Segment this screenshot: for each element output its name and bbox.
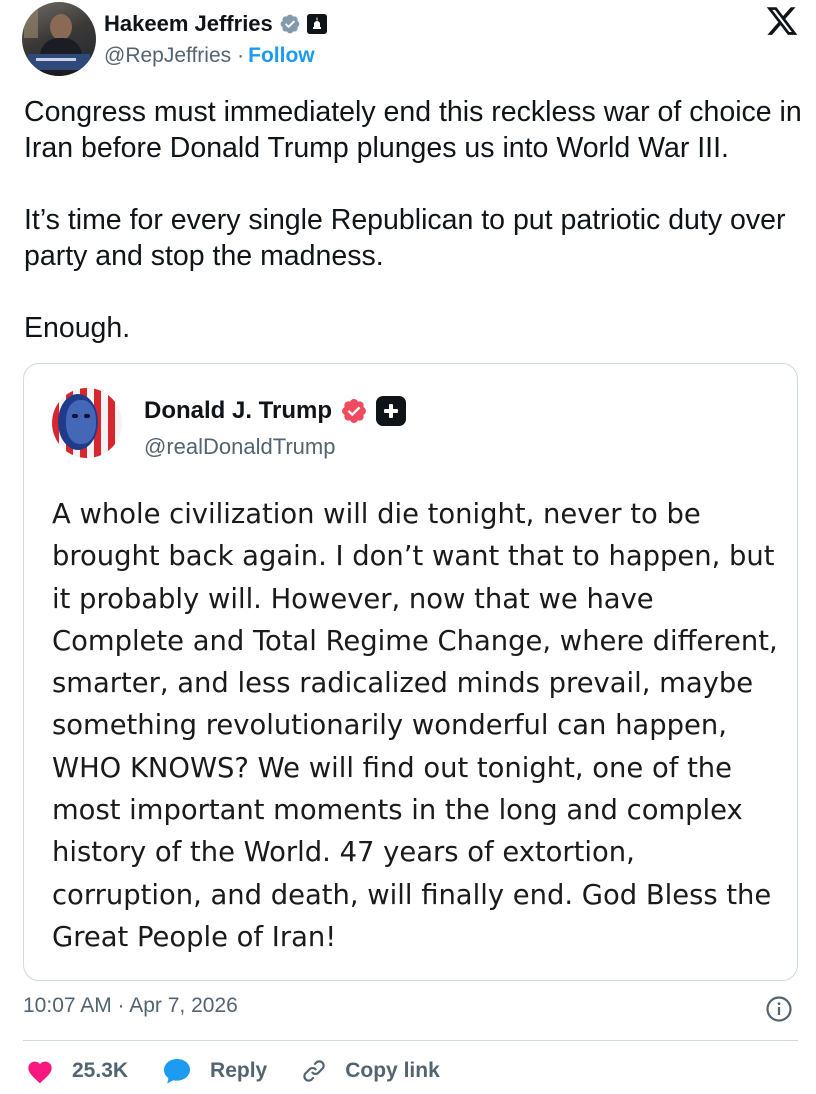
reply-label: Reply xyxy=(210,1059,268,1082)
post-timestamp[interactable]: 10:07 AM · Apr 7, 2026 xyxy=(23,994,238,1018)
quoted-author-avatar[interactable] xyxy=(52,388,122,458)
author-avatar[interactable] xyxy=(22,2,96,76)
quoted-post-card[interactable]: Donald J. Trump @realDonaldTrump A whole… xyxy=(23,363,798,981)
follow-button[interactable]: Follow xyxy=(248,44,315,68)
copy-link-label: Copy link xyxy=(345,1059,440,1082)
heart-icon xyxy=(28,1061,52,1084)
verified-red-badge-icon xyxy=(342,399,366,423)
link-icon xyxy=(303,1060,325,1082)
separator: · xyxy=(237,44,245,67)
divider xyxy=(23,1040,798,1041)
post-paragraph: Enough. xyxy=(24,312,131,344)
author-name[interactable]: Hakeem Jeffries xyxy=(104,11,273,37)
post-header: Hakeem Jeffries @RepJeffries · Follow xyxy=(22,2,802,78)
author-handle-row: @RepJeffries · Follow xyxy=(104,44,315,68)
author-name-row: Hakeem Jeffries xyxy=(104,8,327,40)
quoted-author-name[interactable]: Donald J. Trump xyxy=(144,397,332,425)
author-handle[interactable]: @RepJeffries xyxy=(104,44,231,68)
post-text: Congress must immediately end this reckl… xyxy=(24,94,804,346)
info-icon[interactable] xyxy=(765,995,793,1023)
copy-link-button[interactable]: Copy link xyxy=(301,1058,440,1084)
quoted-author-handle[interactable]: @realDonaldTrump xyxy=(144,434,335,460)
like-count: 25.3K xyxy=(72,1059,129,1082)
reply-bubble-icon xyxy=(164,1059,191,1084)
verified-gray-badge-icon xyxy=(280,14,300,34)
action-bar: 25.3K Reply Copy link xyxy=(26,1054,474,1088)
quoted-author-name-row: Donald J. Trump xyxy=(144,394,407,428)
quoted-post-text: A whole civilization will die tonight, n… xyxy=(52,499,778,953)
like-button[interactable]: 25.3K xyxy=(26,1058,128,1084)
truth-social-plus-icon xyxy=(376,396,407,426)
reply-button[interactable]: Reply xyxy=(162,1057,267,1085)
x-logo-icon[interactable] xyxy=(764,4,800,38)
post-paragraph: Congress must immediately end this reckl… xyxy=(24,96,802,164)
post-paragraph: It’s time for every single Republican to… xyxy=(24,204,786,272)
government-capitol-icon xyxy=(306,14,327,34)
